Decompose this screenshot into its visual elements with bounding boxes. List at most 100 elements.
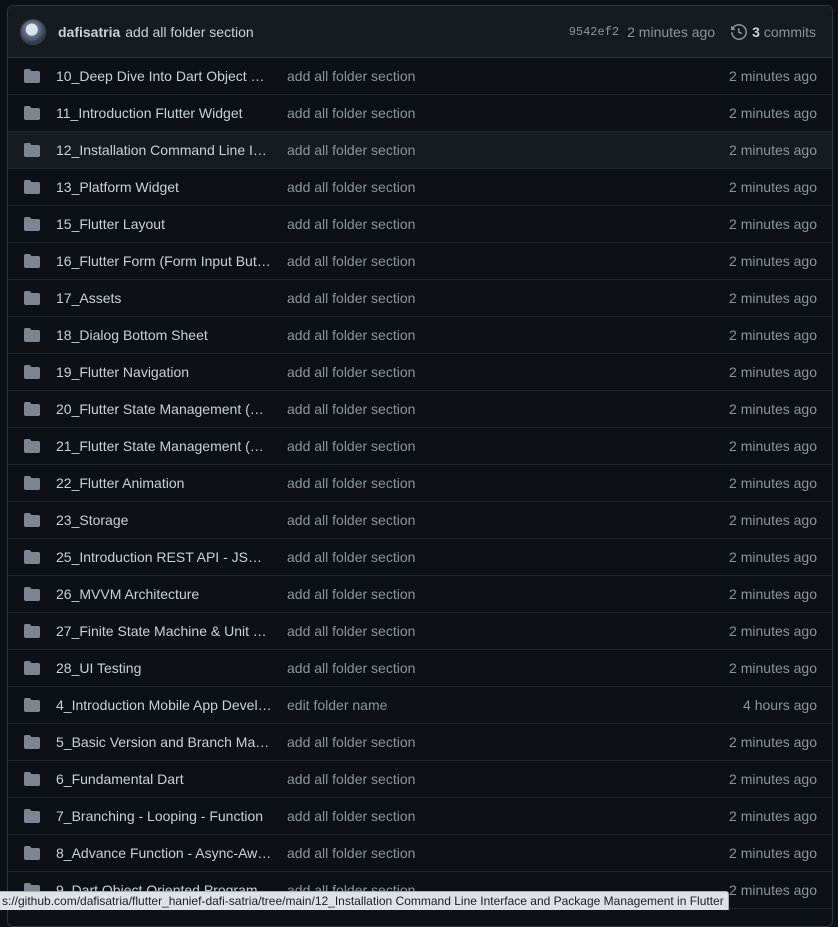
folder-commit-age: 2 minutes ago [729, 142, 817, 158]
file-row[interactable]: 22_Flutter Animation add all folder secti… [8, 465, 832, 502]
file-row[interactable]: 5_Basic Version and Branch Management add… [8, 724, 832, 761]
folder-icon [24, 586, 40, 602]
file-row[interactable]: 23_Storage add all folder section 2 minute… [8, 502, 832, 539]
file-row[interactable]: 13_Platform Widget add all folder section… [8, 169, 832, 206]
commits-count: 3 [752, 23, 760, 40]
folder-commit-age: 2 minutes ago [729, 290, 817, 306]
file-row[interactable]: 19_Flutter Navigation add all folder sect… [8, 354, 832, 391]
file-row[interactable]: 27_Finite State Machine & Unit Testing ad… [8, 613, 832, 650]
folder-name-link[interactable]: 17_Assets [56, 290, 272, 306]
file-row[interactable]: 8_Advance Function - Async-Await add all … [8, 835, 832, 872]
folder-name-link[interactable]: 20_Flutter State Management (Provider) [56, 401, 272, 417]
folder-name-link[interactable]: 15_Flutter Layout [56, 216, 272, 232]
folder-icon [24, 105, 40, 121]
file-row[interactable]: 12_Installation Command Line Interface a… [8, 132, 832, 169]
folder-commit-message-link[interactable]: add all folder section [287, 771, 729, 787]
folder-name-link[interactable]: 25_Introduction REST API - JSON Serializ… [56, 549, 272, 565]
file-row[interactable]: 21_Flutter State Management (BLoC) add al… [8, 428, 832, 465]
folder-name-link[interactable]: 16_Flutter Form (Form Input Button) [56, 253, 272, 269]
folder-name-link[interactable]: 27_Finite State Machine & Unit Testing [56, 623, 272, 639]
folder-commit-age: 2 minutes ago [729, 734, 817, 750]
folder-name-link[interactable]: 11_Introduction Flutter Widget [56, 105, 272, 121]
file-browser: dafisatria add all folder section 9542ef… [7, 5, 833, 927]
folder-commit-age: 2 minutes ago [729, 512, 817, 528]
folder-icon [24, 327, 40, 343]
folder-commit-age: 2 minutes ago [729, 808, 817, 824]
history-icon [731, 23, 748, 40]
folder-commit-message-link[interactable]: add all folder section [287, 364, 729, 380]
folder-name-link[interactable]: 10_Deep Dive Into Dart Object Oriented P… [56, 68, 272, 84]
folder-name-link[interactable]: 18_Dialog Bottom Sheet [56, 327, 272, 343]
folder-name-link[interactable]: 5_Basic Version and Branch Management [56, 734, 272, 750]
folder-commit-message-link[interactable]: add all folder section [287, 253, 729, 269]
folder-commit-message-link[interactable]: add all folder section [287, 475, 729, 491]
file-row[interactable]: 6_Fundamental Dart add all folder section… [8, 761, 832, 798]
folder-commit-message-link[interactable]: add all folder section [287, 105, 729, 121]
folder-commit-age: 2 minutes ago [729, 438, 817, 454]
file-row[interactable]: 7_Branching - Looping - Function add all … [8, 798, 832, 835]
folder-icon [24, 142, 40, 158]
folder-commit-message-link[interactable]: edit folder name [287, 697, 743, 713]
folder-commit-age: 2 minutes ago [729, 475, 817, 491]
commits-label: commits [763, 23, 816, 40]
folder-commit-message-link[interactable]: add all folder section [287, 512, 729, 528]
status-bar-url: s://github.com/dafisatria/flutter_hanief… [0, 891, 729, 910]
folder-icon [24, 290, 40, 306]
folder-name-link[interactable]: 4_Introduction Mobile App Development [56, 697, 272, 713]
folder-name-link[interactable]: 28_UI Testing [56, 660, 272, 676]
folder-commit-message-link[interactable]: add all folder section [287, 660, 729, 676]
folder-commit-message-link[interactable]: add all folder section [287, 142, 729, 158]
folder-commit-message-link[interactable]: add all folder section [287, 438, 729, 454]
file-row[interactable]: 15_Flutter Layout add all folder section 2… [8, 206, 832, 243]
file-row[interactable]: 26_MVVM Architecture add all folder secti… [8, 576, 832, 613]
file-row[interactable]: 18_Dialog Bottom Sheet add all folder sec… [8, 317, 832, 354]
file-row[interactable]: 25_Introduction REST API - JSON Serializ… [8, 539, 832, 576]
folder-commit-message-link[interactable]: add all folder section [287, 845, 729, 861]
folder-commit-message-link[interactable]: add all folder section [287, 586, 729, 602]
folder-name-link[interactable]: 19_Flutter Navigation [56, 364, 272, 380]
folder-commit-message-link[interactable]: add all folder section [287, 327, 729, 343]
folder-name-link[interactable]: 7_Branching - Looping - Function [56, 808, 272, 824]
folder-icon [24, 401, 40, 417]
folder-icon [24, 660, 40, 676]
folder-name-link[interactable]: 22_Flutter Animation [56, 475, 272, 491]
folder-commit-message-link[interactable]: add all folder section [287, 549, 729, 565]
folder-commit-message-link[interactable]: add all folder section [287, 68, 729, 84]
folder-name-link[interactable]: 8_Advance Function - Async-Await [56, 845, 272, 861]
folder-name-link[interactable]: 13_Platform Widget [56, 179, 272, 195]
folder-commit-message-link[interactable]: add all folder section [287, 623, 729, 639]
folder-commit-age: 2 minutes ago [729, 586, 817, 602]
commit-sha-link[interactable]: 9542ef2 [569, 25, 619, 39]
author-avatar[interactable] [20, 18, 46, 45]
folder-commit-message-link[interactable]: add all folder section [287, 734, 729, 750]
commit-message-link[interactable]: add all folder section [125, 24, 568, 40]
folder-name-link[interactable]: 23_Storage [56, 512, 272, 528]
file-row[interactable]: 28_UI Testing add all folder section 2 min… [8, 650, 832, 687]
commit-age: 2 minutes ago [627, 23, 716, 40]
folder-commit-message-link[interactable]: add all folder section [287, 808, 729, 824]
file-row[interactable]: 16_Flutter Form (Form Input Button) add a… [8, 243, 832, 280]
file-row[interactable]: 20_Flutter State Management (Provider) ad… [8, 391, 832, 428]
file-row[interactable]: 11_Introduction Flutter Widget add all fo… [8, 95, 832, 132]
commit-author-link[interactable]: dafisatria [58, 24, 120, 40]
file-row[interactable]: 17_Assets add all folder section 2 minutes… [8, 280, 832, 317]
file-row[interactable]: 4_Introduction Mobile App Development edi… [8, 687, 832, 724]
folder-icon [24, 808, 40, 824]
folder-icon [24, 771, 40, 787]
commits-history-link[interactable]: 3 commits [731, 24, 816, 40]
folder-icon [24, 512, 40, 528]
folder-commit-message-link[interactable]: add all folder section [287, 401, 729, 417]
folder-name-link[interactable]: 6_Fundamental Dart [56, 771, 272, 787]
folder-commit-message-link[interactable]: add all folder section [287, 179, 729, 195]
folder-commit-age: 2 minutes ago [729, 364, 817, 380]
folder-icon [24, 697, 40, 713]
folder-commit-message-link[interactable]: add all folder section [287, 290, 729, 306]
folder-icon [24, 438, 40, 454]
folder-commit-message-link[interactable]: add all folder section [287, 216, 729, 232]
file-row[interactable]: 10_Deep Dive Into Dart Object Oriented P… [8, 58, 832, 95]
folder-icon [24, 845, 40, 861]
folder-name-link[interactable]: 12_Installation Command Line Interface a… [56, 142, 272, 158]
folder-name-link[interactable]: 26_MVVM Architecture [56, 586, 272, 602]
folder-commit-age: 2 minutes ago [729, 845, 817, 861]
folder-name-link[interactable]: 21_Flutter State Management (BLoC) [56, 438, 272, 454]
